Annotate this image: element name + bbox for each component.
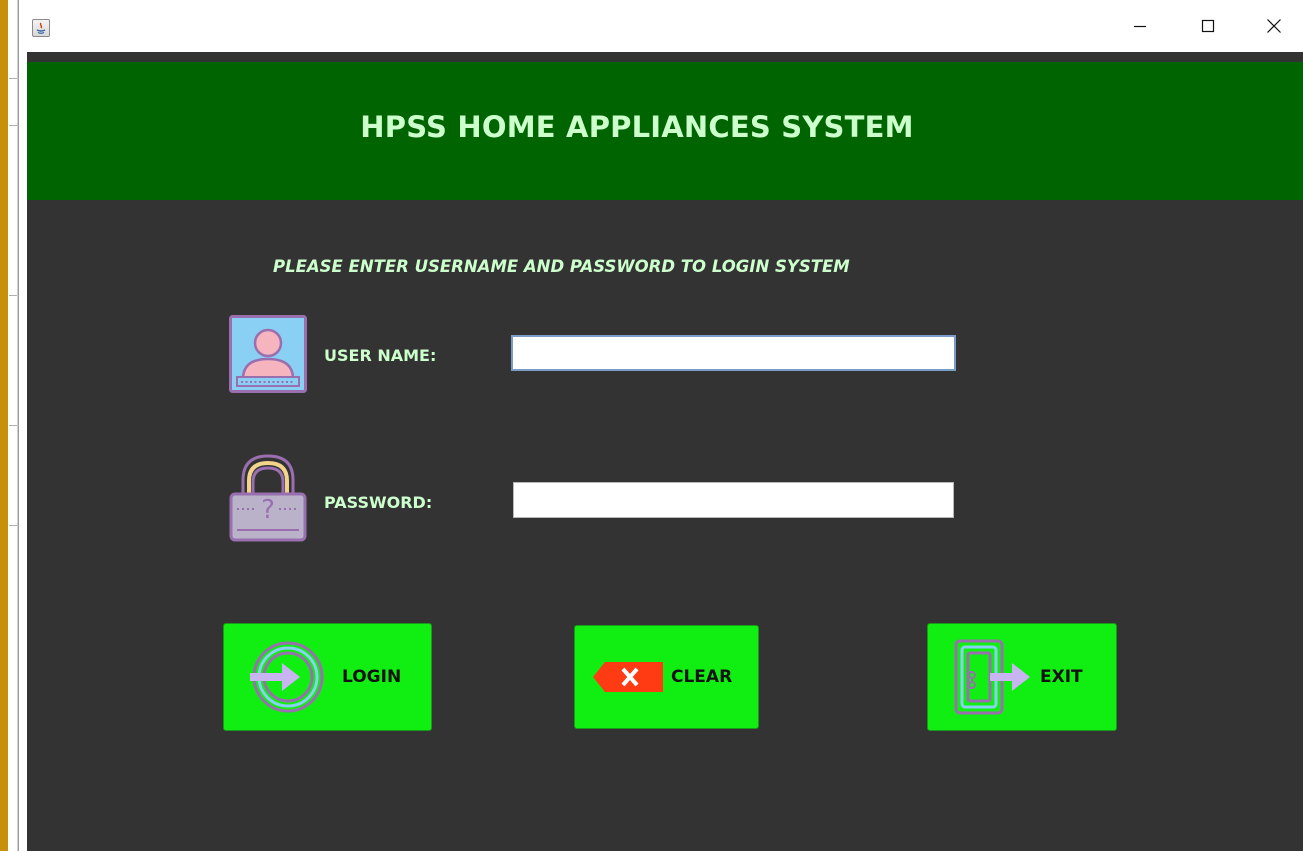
username-label: USER NAME: bbox=[324, 346, 437, 365]
user-icon bbox=[229, 315, 307, 393]
java-app-icon[interactable] bbox=[32, 19, 50, 37]
exit-button[interactable]: EXIT bbox=[927, 623, 1117, 731]
login-panel: HPSS HOME APPLIANCES SYSTEM PLEASE ENTER… bbox=[27, 52, 1303, 851]
clear-icon bbox=[593, 662, 663, 692]
divider bbox=[9, 295, 17, 296]
login-icon bbox=[250, 641, 324, 713]
clear-label: CLEAR bbox=[671, 667, 733, 687]
minimize-icon bbox=[1134, 25, 1146, 28]
app-title: HPSS HOME APPLIANCES SYSTEM bbox=[360, 110, 914, 144]
background-window-edge bbox=[0, 0, 18, 851]
minimize-button[interactable] bbox=[1109, 0, 1171, 52]
exit-door-icon bbox=[954, 639, 1030, 715]
exit-label: EXIT bbox=[1040, 667, 1083, 687]
lock-icon: ? bbox=[229, 452, 307, 544]
svg-text:?: ? bbox=[261, 495, 275, 525]
login-window: HPSS HOME APPLIANCES SYSTEM PLEASE ENTER… bbox=[18, 0, 1303, 851]
close-button[interactable] bbox=[1243, 0, 1303, 52]
header-banner: HPSS HOME APPLIANCES SYSTEM bbox=[27, 62, 1303, 200]
title-bar bbox=[19, 0, 1303, 52]
login-label: LOGIN bbox=[342, 667, 402, 687]
divider bbox=[9, 525, 17, 526]
password-label: PASSWORD: bbox=[324, 493, 433, 512]
password-field[interactable] bbox=[513, 482, 954, 518]
close-icon bbox=[1267, 19, 1281, 33]
username-field[interactable] bbox=[511, 335, 956, 371]
divider bbox=[9, 125, 17, 126]
divider bbox=[9, 78, 17, 79]
login-instruction: PLEASE ENTER USERNAME AND PASSWORD TO LO… bbox=[273, 257, 850, 276]
desktop-edge bbox=[0, 0, 8, 851]
divider bbox=[9, 425, 17, 426]
clear-button[interactable]: CLEAR bbox=[574, 625, 759, 729]
maximize-button[interactable] bbox=[1177, 0, 1239, 52]
maximize-icon bbox=[1201, 19, 1215, 33]
login-button[interactable]: LOGIN bbox=[223, 623, 432, 731]
